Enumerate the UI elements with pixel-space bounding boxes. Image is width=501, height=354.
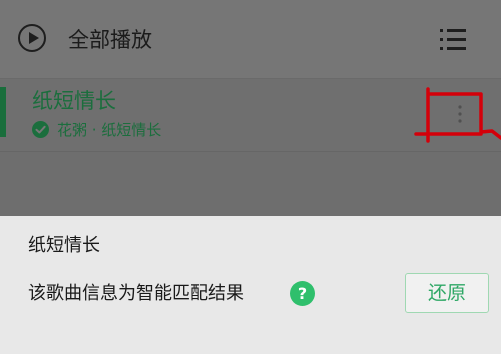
now-playing-indicator [0, 87, 6, 137]
play-all-icon[interactable] [18, 24, 46, 52]
song-title: 纸短情长 [32, 89, 116, 113]
verified-check-icon [32, 121, 49, 138]
song-artist-album: 花粥 · 纸短情长 [57, 121, 162, 139]
smart-match-notice: 该歌曲信息为智能匹配结果 [28, 283, 244, 304]
song-info-sheet: 纸短情长 该歌曲信息为智能匹配结果 ? 还原 [0, 216, 501, 354]
playlist-header: 全部播放 [0, 0, 501, 79]
help-icon[interactable]: ? [290, 281, 315, 306]
sheet-song-title: 纸短情长 [28, 235, 100, 256]
play-all-label[interactable]: 全部播放 [68, 27, 152, 53]
restore-button[interactable]: 还原 [405, 273, 489, 313]
red-annotation-mark [414, 87, 501, 143]
playlist-manage-icon[interactable] [438, 28, 468, 52]
